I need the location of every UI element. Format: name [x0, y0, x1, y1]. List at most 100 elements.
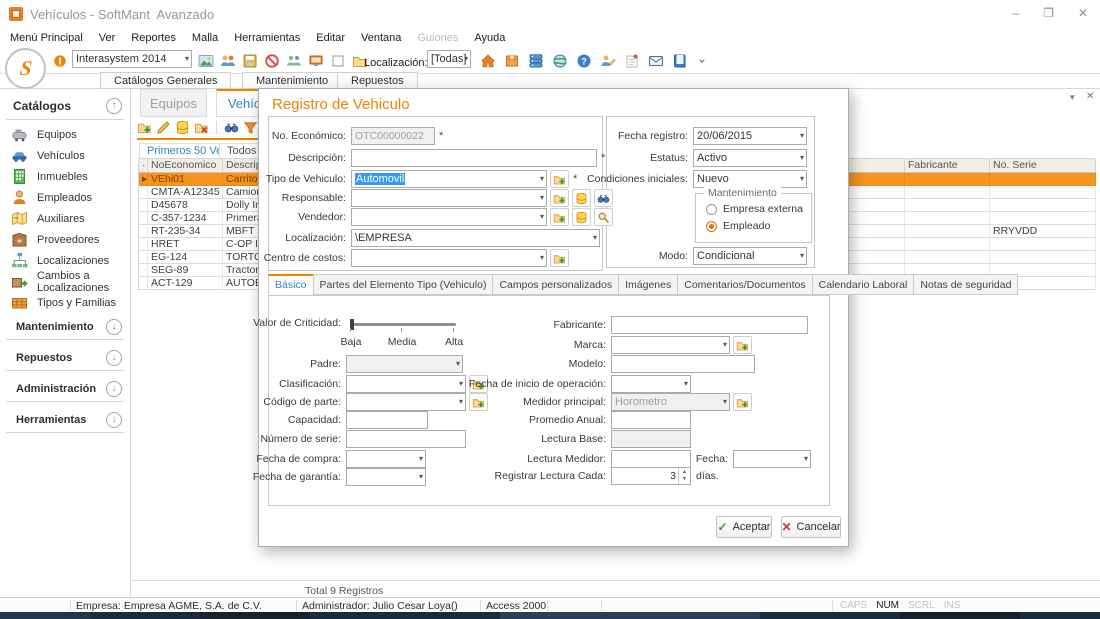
- add-tipo-button[interactable]: [550, 170, 569, 188]
- registrar-lectura-stepper[interactable]: 3 ▲▼: [611, 467, 691, 485]
- home-icon[interactable]: [480, 53, 496, 69]
- responsable-db-button[interactable]: [572, 189, 591, 207]
- table-cell[interactable]: [905, 199, 990, 212]
- restore-button[interactable]: ❐: [1043, 6, 1054, 20]
- expand-down-icon[interactable]: ↓: [106, 350, 122, 366]
- grid-column-header[interactable]: NoEconomico: [148, 158, 223, 173]
- table-cell[interactable]: [990, 199, 1096, 212]
- expand-down-icon[interactable]: ↓: [106, 381, 122, 397]
- table-cell[interactable]: [139, 212, 148, 225]
- table-cell[interactable]: [139, 264, 148, 277]
- cancelar-button[interactable]: ✕ Cancelar: [781, 516, 841, 538]
- expand-down-icon[interactable]: ↓: [106, 412, 122, 428]
- stepper-arrows-icon[interactable]: ▲▼: [678, 468, 690, 484]
- dialog-tab-comentarios-documentos[interactable]: Comentarios/Documentos: [677, 274, 812, 295]
- panel-tab-equipos[interactable]: Equipos: [140, 89, 207, 117]
- table-cell[interactable]: [990, 212, 1096, 225]
- sidebar-item-tipos-y-familias[interactable]: Tipos y Familias: [0, 292, 130, 313]
- modo-combo[interactable]: Condicional: [693, 247, 807, 265]
- ribbon-tab-mantenimiento[interactable]: Mantenimiento: [242, 72, 342, 89]
- sidebar-section-repuestos[interactable]: Repuestos↓: [0, 344, 130, 368]
- monitor-icon[interactable]: [308, 53, 324, 69]
- radio-empresa-externa[interactable]: Empresa externa: [706, 203, 803, 215]
- mail-icon[interactable]: [648, 53, 664, 69]
- menu-menu-principal[interactable]: Menú Principal: [2, 31, 91, 45]
- tipo-vehiculo-combo[interactable]: Automovil: [351, 170, 547, 188]
- table-cell[interactable]: [990, 238, 1096, 251]
- server-icon[interactable]: [528, 53, 544, 69]
- table-cell[interactable]: [905, 212, 990, 225]
- grid-column-header[interactable]: ·: [139, 158, 148, 173]
- grid-column-header[interactable]: No. Serie: [990, 158, 1096, 173]
- brand-combo[interactable]: Interasystem 2014: [72, 50, 192, 68]
- table-cell[interactable]: EG-124: [148, 251, 223, 264]
- lectura-base-input[interactable]: [611, 430, 691, 448]
- sidebar-header-catalogos[interactable]: Catálogos ↑: [0, 89, 130, 117]
- fecha-inicio-combo[interactable]: [611, 375, 691, 393]
- sidebar-item-equipos[interactable]: Equipos: [0, 124, 130, 145]
- menu-herramientas[interactable]: Herramientas: [226, 31, 308, 45]
- edit-record-icon[interactable]: [156, 120, 171, 135]
- condiciones-combo[interactable]: Nuevo: [693, 170, 807, 188]
- add-record-icon[interactable]: [137, 120, 152, 135]
- delete-record-icon[interactable]: [194, 120, 209, 135]
- table-cell[interactable]: RRYVDD: [990, 225, 1096, 238]
- promedio-anual-input[interactable]: [611, 411, 691, 429]
- vendedor-db-button[interactable]: [572, 208, 591, 226]
- fecha-compra-combo[interactable]: [346, 450, 426, 468]
- padre-combo[interactable]: [346, 355, 463, 373]
- sidebar-item-localizaciones[interactable]: Localizaciones: [0, 250, 130, 271]
- responsable-combo[interactable]: [351, 189, 547, 207]
- table-cell[interactable]: D45678: [148, 199, 223, 212]
- dialog-tab-campos-personalizados[interactable]: Campos personalizados: [492, 274, 619, 295]
- minimize-button[interactable]: –: [1012, 6, 1019, 20]
- table-cell[interactable]: [990, 251, 1096, 264]
- sidebar-section-administracion[interactable]: Administración↓: [0, 375, 130, 399]
- menu-editar[interactable]: Editar: [308, 31, 353, 45]
- ribbon-tab-repuestos[interactable]: Repuestos: [337, 72, 418, 89]
- book-icon[interactable]: [672, 53, 688, 69]
- radio-button-icon[interactable]: [706, 221, 717, 232]
- add-medidor-button[interactable]: [733, 393, 752, 411]
- menu-ayuda[interactable]: Ayuda: [466, 31, 513, 45]
- estatus-combo[interactable]: Activo: [693, 149, 807, 167]
- image-icon[interactable]: [198, 53, 214, 69]
- marca-combo[interactable]: [611, 336, 730, 354]
- sidebar-item-empleados[interactable]: Empleados: [0, 187, 130, 208]
- sidebar-section-mantenimiento[interactable]: Mantenimiento↓: [0, 313, 130, 337]
- fecha-registro-combo[interactable]: 20/06/2015: [693, 127, 807, 145]
- users-edit-icon[interactable]: [600, 53, 616, 69]
- lectura-medidor-input[interactable]: [611, 450, 691, 468]
- table-cell[interactable]: ACT-129: [148, 277, 223, 290]
- vendedor-lookup-button[interactable]: [594, 208, 613, 226]
- clasificacion-combo[interactable]: [346, 375, 466, 393]
- panel-dropdown-icon[interactable]: ▾: [1070, 92, 1075, 103]
- dialog-tab-imagenes[interactable]: Imágenes: [618, 274, 678, 295]
- menu-ver[interactable]: Ver: [91, 31, 124, 45]
- table-cell[interactable]: SEG-89: [148, 264, 223, 277]
- codigo-parte-combo[interactable]: [346, 393, 466, 411]
- add-marca-button[interactable]: [733, 336, 752, 354]
- table-cell[interactable]: [139, 199, 148, 212]
- add-centro-costos-button[interactable]: [550, 249, 569, 267]
- descripcion-input[interactable]: [351, 149, 597, 167]
- checkbox-icon[interactable]: [330, 53, 346, 69]
- dialog-tab-notas-de-seguridad[interactable]: Notas de seguridad: [913, 274, 1018, 295]
- table-cell[interactable]: [139, 251, 148, 264]
- sidebar-item-cambios-a-localizaciones[interactable]: Cambios a Localizaciones: [0, 271, 130, 292]
- binoculars-icon[interactable]: [224, 120, 239, 135]
- medidor-principal-combo[interactable]: Horometro: [611, 393, 730, 411]
- table-cell[interactable]: [905, 225, 990, 238]
- localization-combo[interactable]: [Todas]: [427, 50, 471, 68]
- table-cell[interactable]: [905, 238, 990, 251]
- users-icon[interactable]: [220, 53, 236, 69]
- table-cell[interactable]: [990, 173, 1096, 186]
- export-icon[interactable]: [242, 53, 258, 69]
- table-cell[interactable]: VEhi01: [148, 173, 223, 186]
- localizacion-combo[interactable]: \EMPRESA: [351, 229, 600, 247]
- menu-reportes[interactable]: Reportes: [123, 31, 184, 45]
- add-vendedor-button[interactable]: [550, 208, 569, 226]
- menu-ventana[interactable]: Ventana: [353, 31, 409, 45]
- chevron-down-icon[interactable]: [696, 55, 708, 67]
- table-cell[interactable]: [139, 238, 148, 251]
